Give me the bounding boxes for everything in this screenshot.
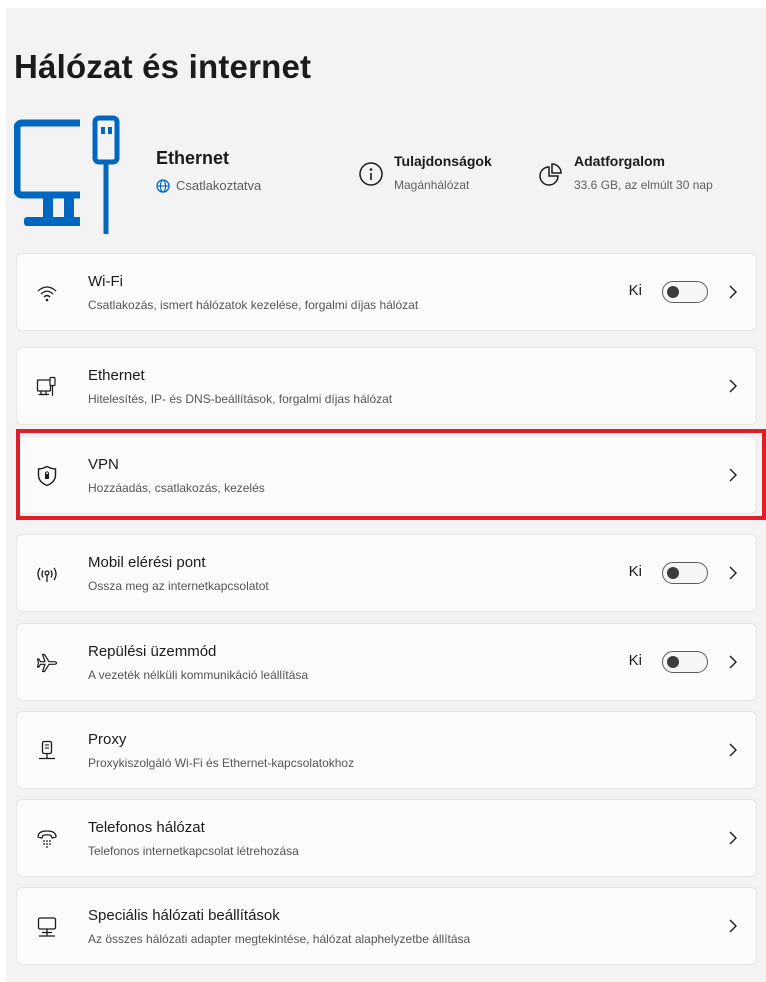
data-usage-value: 33.6 GB, az elmúlt 30 nap: [574, 178, 713, 192]
wifi-icon: [37, 286, 57, 302]
wifi-toggle[interactable]: [662, 281, 708, 303]
setting-title: Mobil elérési pont: [88, 554, 206, 571]
airplane-icon: [36, 653, 58, 673]
advanced-network-icon: [37, 917, 57, 937]
data-usage-title: Adatforgalom: [574, 153, 665, 169]
setting-description: Az összes hálózati adapter megtekintése,…: [88, 932, 471, 946]
chevron-right-icon: [729, 743, 737, 757]
setting-title: Wi-Fi: [88, 273, 123, 290]
info-icon: [359, 162, 383, 186]
toggle-knob: [667, 566, 679, 579]
chevron-right-icon: [729, 655, 737, 669]
setting-title: Speciális hálózati beállítások: [88, 907, 280, 924]
setting-description: Telefonos internetkapcsolat létrehozása: [88, 844, 299, 858]
toggle-knob: [667, 655, 679, 668]
vpn-highlight-frame: [16, 429, 766, 520]
toggle-knob: [667, 285, 679, 298]
setting-description: Csatlakozás, ismert hálózatok kezelése, …: [88, 298, 419, 312]
toggle-state-label: Ki: [628, 282, 642, 299]
device-name: Ethernet: [156, 148, 230, 168]
setting-description: Proxykiszolgáló Wi-Fi és Ethernet-kapcso…: [88, 756, 355, 770]
dialup-icon: [37, 830, 57, 848]
connection-status-text: Csatlakoztatva: [176, 178, 262, 193]
connection-status: Csatlakoztatva: [156, 178, 261, 193]
hotspot-icon: [37, 567, 57, 582]
setting-title: Proxy: [88, 731, 127, 748]
airplane-mode-toggle[interactable]: [662, 651, 708, 673]
chevron-right-icon: [729, 285, 737, 299]
setting-title: Telefonos hálózat: [88, 819, 205, 836]
setting-advanced-network[interactable]: Speciális hálózati beállítások Az összes…: [16, 887, 757, 965]
setting-proxy[interactable]: Proxy Proxykiszolgáló Wi-Fi és Ethernet-…: [16, 711, 757, 789]
ethernet-pc-icon: [14, 110, 130, 234]
toggle-state-label: Ki: [628, 652, 642, 669]
setting-title: Repülési üzemmód: [88, 643, 217, 660]
chevron-right-icon: [729, 379, 737, 393]
pie-chart-icon: [539, 163, 562, 186]
setting-ethernet[interactable]: Ethernet Hitelesítés, IP- és DNS-beállít…: [16, 347, 757, 425]
network-profile: Magánhálózat: [394, 178, 470, 192]
setting-description: Hitelesítés, IP- és DNS-beállítások, for…: [88, 392, 393, 406]
page-title: Hálózat és internet: [14, 48, 312, 85]
chevron-right-icon: [729, 919, 737, 933]
setting-airplane-mode[interactable]: Repülési üzemmód A vezeték nélküli kommu…: [16, 623, 757, 701]
properties-link[interactable]: Tulajdonságok Magánhálózat: [358, 153, 492, 192]
proxy-icon: [39, 740, 55, 760]
toggle-state-label: Ki: [628, 563, 642, 580]
chevron-right-icon: [729, 566, 737, 580]
hotspot-toggle[interactable]: [662, 562, 708, 584]
ethernet-icon: [36, 376, 56, 396]
setting-description: A vezeték nélküli kommunikáció leállítás…: [88, 668, 309, 682]
setting-description: Ossza meg az internetkapcsolatot: [88, 579, 269, 593]
setting-title: Ethernet: [88, 367, 145, 384]
chevron-right-icon: [729, 831, 737, 845]
globe-icon: [156, 178, 170, 193]
properties-title: Tulajdonságok: [394, 153, 492, 169]
setting-mobile-hotspot[interactable]: Mobil elérési pont Ossza meg az internet…: [16, 534, 757, 612]
data-usage-link[interactable]: Adatforgalom 33.6 GB, az elmúlt 30 nap: [538, 153, 713, 192]
setting-wifi[interactable]: Wi-Fi Csatlakozás, ismert hálózatok keze…: [16, 253, 757, 331]
setting-dial-up[interactable]: Telefonos hálózat Telefonos internetkapc…: [16, 799, 757, 877]
